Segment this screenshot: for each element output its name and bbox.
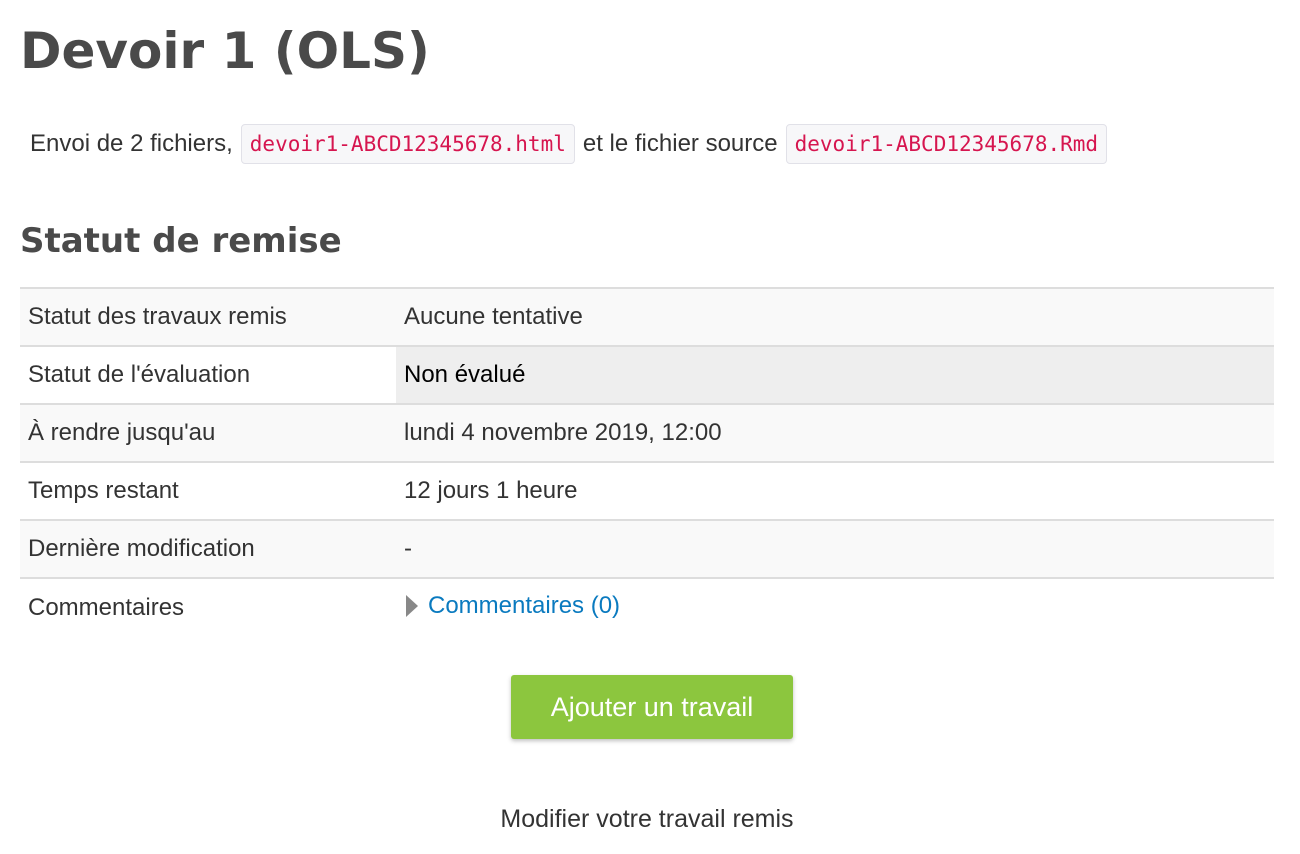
modify-submission-text: Modifier votre travail remis xyxy=(500,805,794,833)
table-row: Commentaires Commentaires (0) xyxy=(20,578,1274,636)
row-label: Statut de l'évaluation xyxy=(20,345,396,404)
comments-toggle[interactable]: Commentaires (0) xyxy=(404,592,620,620)
row-label: Commentaires xyxy=(20,578,396,636)
row-label: Temps restant xyxy=(20,461,396,520)
section-title-statut: Statut de remise xyxy=(20,221,342,261)
intro-prefix: Envoi de 2 fichiers, xyxy=(30,130,233,157)
file-rmd-code: devoir1-ABCD12345678.Rmd xyxy=(785,124,1108,164)
row-value: Commentaires (0) xyxy=(396,578,1274,636)
table-row: Statut de l'évaluation Non évalué xyxy=(20,345,1274,404)
row-value: Aucune tentative xyxy=(396,287,1274,346)
row-label: À rendre jusqu'au xyxy=(20,403,396,462)
table-row: Dernière modification - xyxy=(20,519,1274,579)
row-label: Dernière modification xyxy=(20,519,396,579)
row-value: lundi 4 novembre 2019, 12:00 xyxy=(396,403,1274,462)
file-html-code: devoir1-ABCD12345678.html xyxy=(240,124,575,164)
intro-text: Envoi de 2 fichiers, devoir1-ABCD1234567… xyxy=(30,124,1115,164)
table-row: Statut des travaux remis Aucune tentativ… xyxy=(20,287,1274,346)
expand-triangle-icon[interactable] xyxy=(406,594,418,617)
row-value: - xyxy=(396,519,1274,579)
add-submission-button[interactable]: Ajouter un travail xyxy=(511,675,793,739)
row-value: 12 jours 1 heure xyxy=(396,461,1274,520)
comments-link[interactable]: Commentaires (0) xyxy=(428,592,620,620)
intro-middle: et le fichier source xyxy=(582,130,778,157)
submission-status-table: Statut des travaux remis Aucune tentativ… xyxy=(20,287,1274,636)
page-title: Devoir 1 (OLS) xyxy=(20,22,430,80)
table-row: Temps restant 12 jours 1 heure xyxy=(20,461,1274,520)
row-label: Statut des travaux remis xyxy=(20,287,396,346)
row-value: Non évalué xyxy=(396,345,1274,404)
table-row: À rendre jusqu'au lundi 4 novembre 2019,… xyxy=(20,403,1274,462)
